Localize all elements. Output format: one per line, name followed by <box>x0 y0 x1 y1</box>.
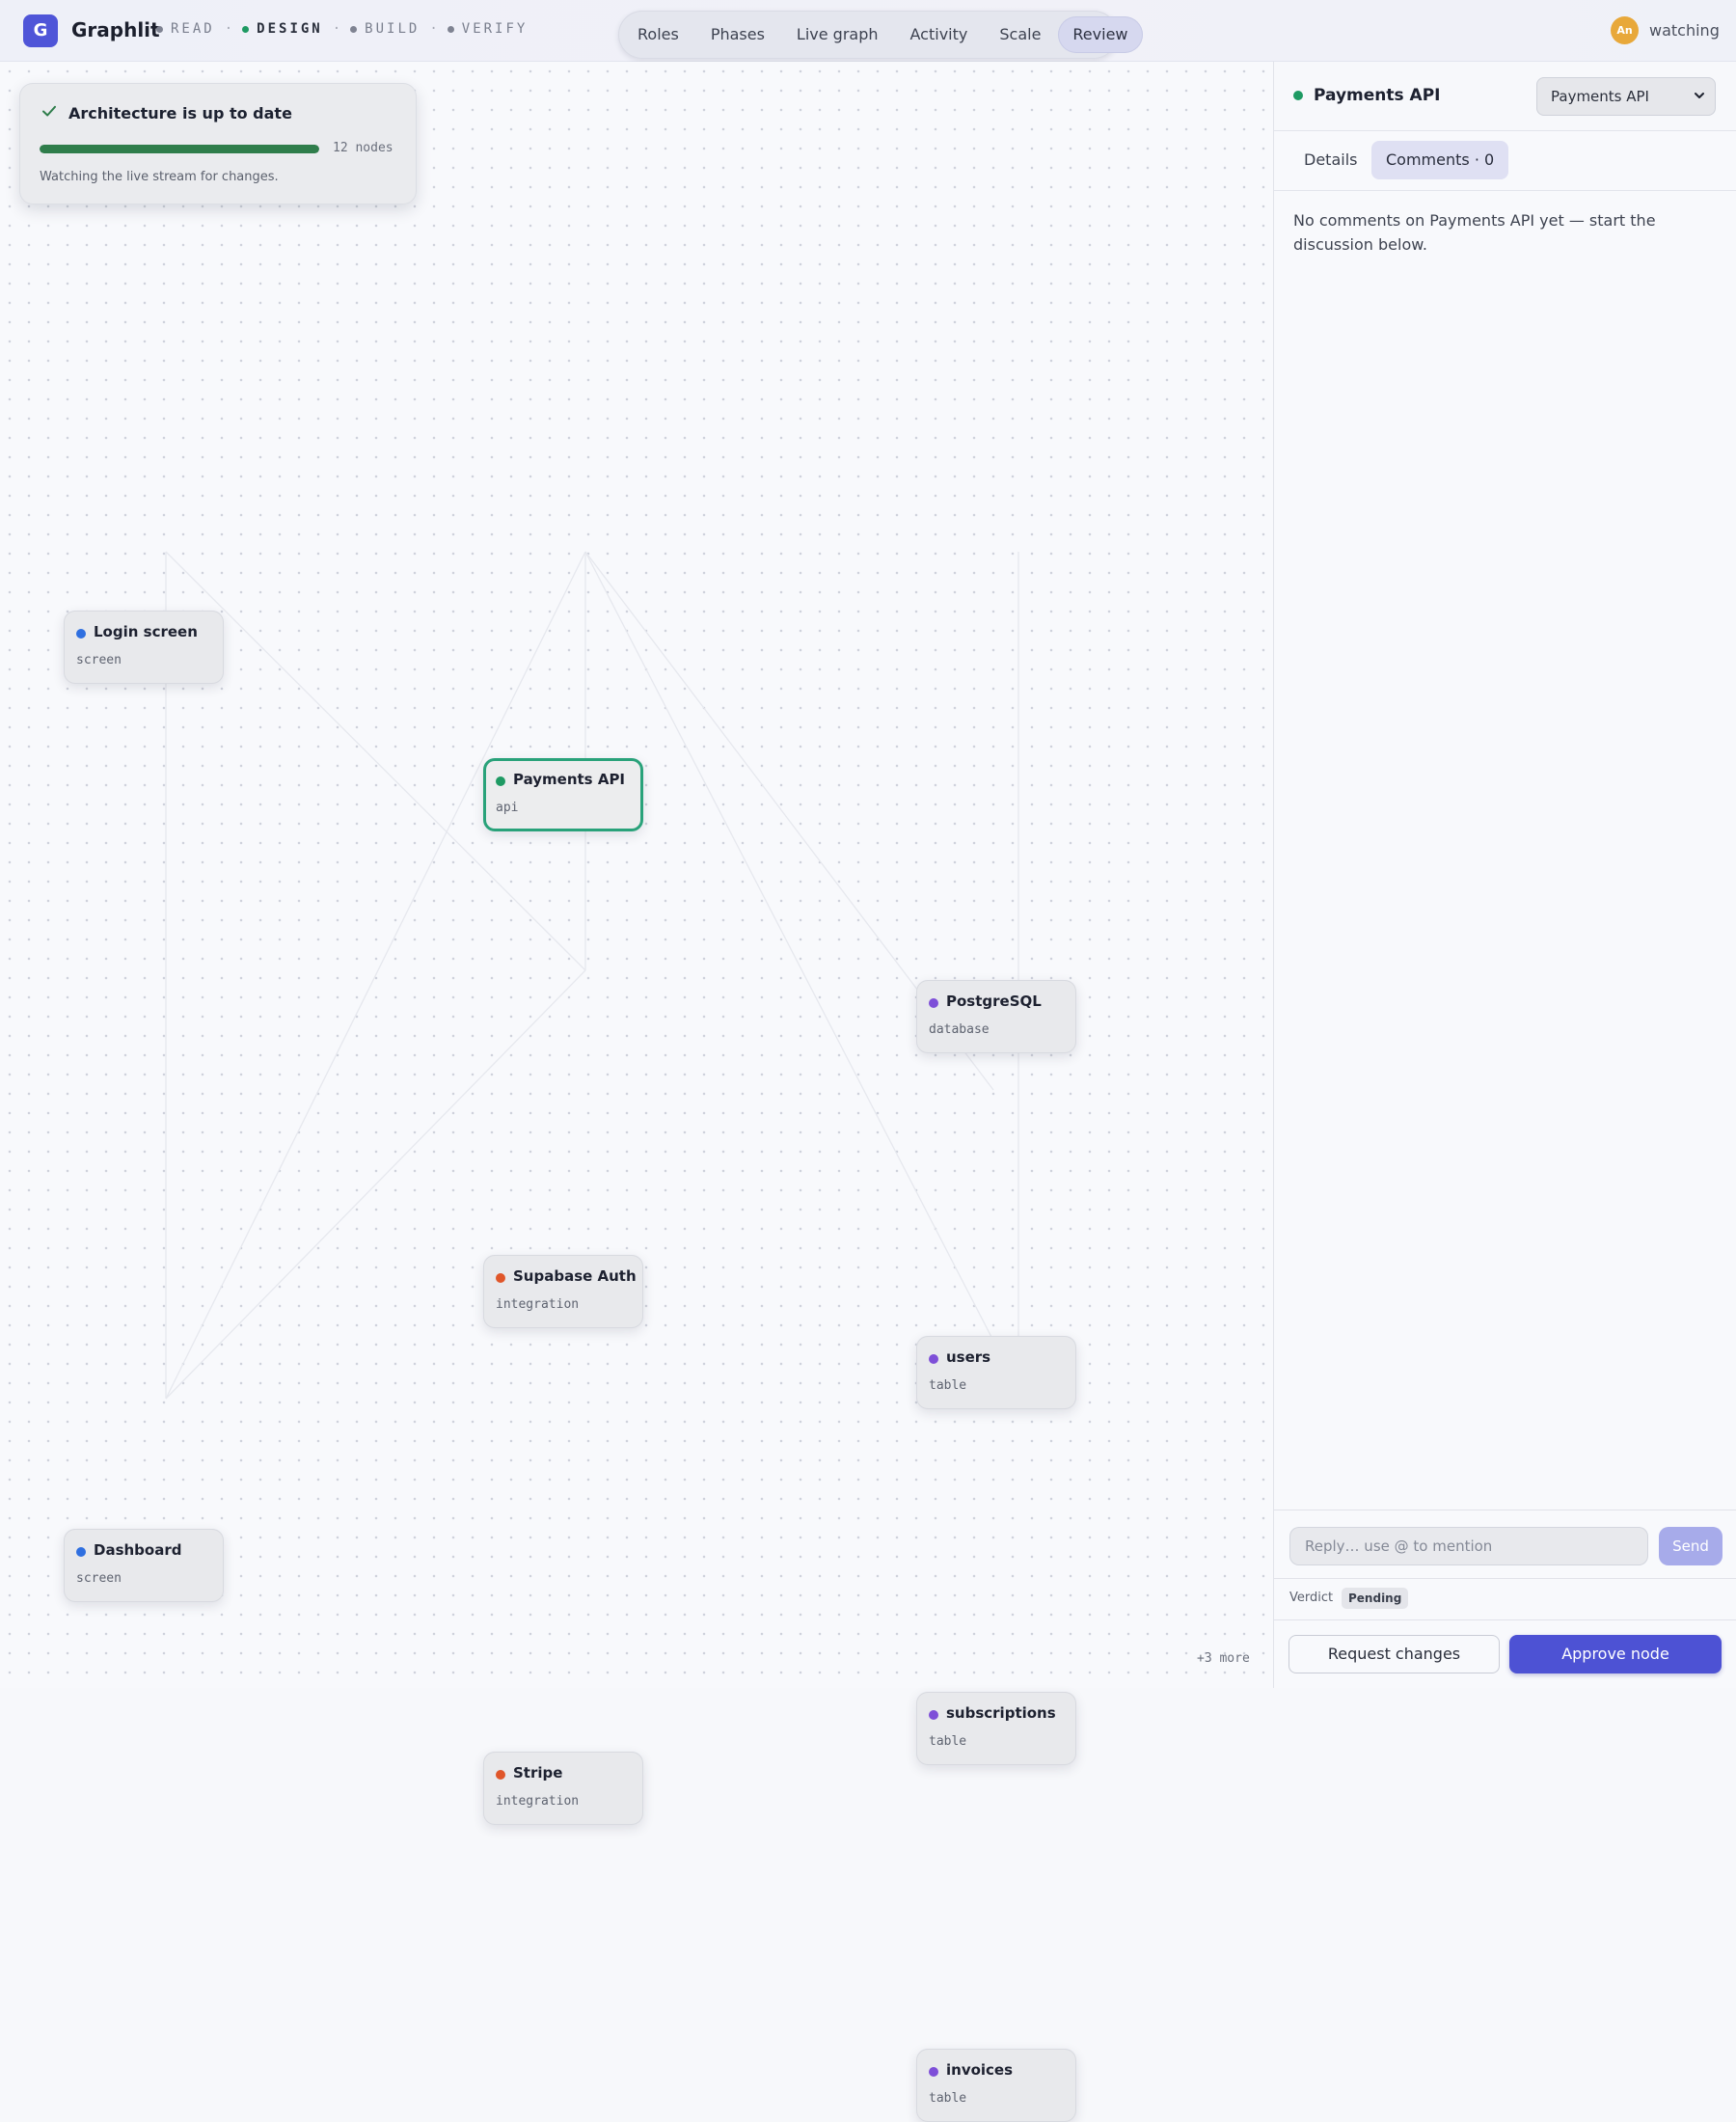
node-type: table <box>929 1378 967 1393</box>
app-name: Graphlit <box>71 18 160 41</box>
node-selector[interactable]: Payments API <box>1536 77 1716 116</box>
node-title: Stripe <box>513 1764 563 1782</box>
node-status-dot <box>496 1273 505 1283</box>
node-type: integration <box>496 1794 580 1809</box>
nav-scale[interactable]: Scale <box>985 16 1055 53</box>
node-type: screen <box>76 653 122 667</box>
graph-node-payments-api[interactable]: Payments API api <box>483 758 643 831</box>
verdict-row: Verdict Pending <box>1274 1579 1736 1620</box>
main-nav: Roles Phases Live graph Activity Scale R… <box>618 11 1143 59</box>
node-title: Login screen <box>94 623 198 640</box>
node-count: 12 nodes <box>333 141 393 155</box>
app-logo[interactable]: G <box>23 14 58 47</box>
phase-design: DESIGN <box>242 21 323 37</box>
graph-node-login-screen[interactable]: Login screen screen <box>64 611 224 684</box>
graph-node-subscriptions[interactable]: subscriptions table <box>916 1692 1076 1765</box>
node-status-dot <box>929 1354 938 1364</box>
node-type: database <box>929 1022 990 1037</box>
node-type: integration <box>496 1297 580 1312</box>
reply-input[interactable]: Reply… use @ to mention <box>1289 1527 1648 1565</box>
check-icon <box>42 105 56 117</box>
nav-roles[interactable]: Roles <box>623 16 693 53</box>
avatar[interactable]: An <box>1611 16 1639 44</box>
graph-canvas-overflow <box>0 1688 1736 2122</box>
panel-header: Payments API Payments API <box>1274 62 1736 131</box>
panel-tabs: Details Comments · 0 <box>1274 131 1736 191</box>
node-status-dot <box>76 1547 86 1557</box>
node-status-dot <box>929 2067 938 2077</box>
tab-details[interactable]: Details <box>1289 141 1371 179</box>
graph-node-users[interactable]: users table <box>916 1336 1076 1409</box>
node-status-dot <box>496 776 505 786</box>
comments-empty-message: No comments on Payments API yet — start … <box>1293 211 1656 254</box>
node-status-dot <box>76 629 86 639</box>
node-type: screen <box>76 1571 122 1586</box>
phase-separator: · <box>332 21 341 37</box>
tab-comments[interactable]: Comments · 0 <box>1371 141 1509 179</box>
node-status-dot <box>1293 91 1303 100</box>
phase-dot <box>447 25 454 33</box>
status-badge: Pending <box>1342 1588 1409 1609</box>
sync-progress-bar <box>40 145 319 153</box>
phase-label: BUILD <box>365 21 420 37</box>
nav-phases[interactable]: Phases <box>696 16 779 53</box>
sync-progress-fill <box>40 145 319 153</box>
review-panel: Payments API Payments API Details Commen… <box>1273 62 1736 1688</box>
nav-activity[interactable]: Activity <box>896 16 983 53</box>
node-type: table <box>929 1734 967 1749</box>
node-title: invoices <box>946 2061 1014 2079</box>
verdict-label: Verdict <box>1289 1591 1334 1605</box>
graph-node-dashboard[interactable]: Dashboard screen <box>64 1529 224 1602</box>
node-status-dot <box>929 1710 938 1720</box>
reply-composer: Reply… use @ to mention Send <box>1274 1510 1736 1579</box>
node-title: Payments API <box>513 771 626 788</box>
node-title: users <box>946 1348 991 1366</box>
nav-live-graph[interactable]: Live graph <box>782 16 893 53</box>
sync-status-subtitle: Watching the live stream for changes. <box>40 170 279 184</box>
node-title: PostgreSQL <box>946 993 1042 1010</box>
panel-title: Payments API <box>1314 86 1441 105</box>
phase-separator: · <box>224 21 233 37</box>
sync-status-card: Architecture is up to date 12 nodes Watc… <box>19 83 417 204</box>
presence-status: watching <box>1649 21 1720 40</box>
node-status-dot <box>929 998 938 1008</box>
approve-node-button[interactable]: Approve node <box>1509 1635 1722 1673</box>
phase-label: READ <box>171 21 215 37</box>
request-changes-button[interactable]: Request changes <box>1288 1635 1500 1673</box>
chevron-down-icon <box>1695 93 1704 98</box>
node-type: table <box>929 2091 967 2106</box>
more-nodes-indicator[interactable]: +3 more <box>1197 1651 1250 1666</box>
node-status-dot <box>496 1770 505 1780</box>
phase-build: BUILD <box>350 21 420 37</box>
graph-node-stripe[interactable]: Stripe integration <box>483 1752 643 1825</box>
sync-status-title: Architecture is up to date <box>68 104 292 122</box>
send-button[interactable]: Send <box>1659 1527 1722 1565</box>
node-type: api <box>496 801 519 815</box>
graph-node-postgresql[interactable]: PostgreSQL database <box>916 980 1076 1053</box>
node-selector-value: Payments API <box>1551 88 1649 105</box>
phase-label: VERIFY <box>461 21 529 37</box>
node-title: Supabase Auth <box>513 1267 637 1285</box>
node-title: Dashboard <box>94 1541 182 1559</box>
graph-node-supabase-auth[interactable]: Supabase Auth integration <box>483 1255 643 1328</box>
phase-dot <box>156 25 163 33</box>
node-title: subscriptions <box>946 1704 1056 1722</box>
phase-label: DESIGN <box>257 21 323 37</box>
phase-verify: VERIFY <box>447 21 529 37</box>
phase-indicator: READ · DESIGN · BUILD · VERIFY <box>156 21 528 37</box>
phase-separator: · <box>429 21 438 37</box>
top-bar: G Graphlit READ · DESIGN · BUILD · VERIF… <box>0 0 1736 62</box>
nav-review[interactable]: Review <box>1058 16 1143 53</box>
phase-read: READ <box>156 21 215 37</box>
phase-dot <box>350 25 358 33</box>
graph-node-invoices[interactable]: invoices table <box>916 2049 1076 2122</box>
phase-dot <box>242 25 250 33</box>
